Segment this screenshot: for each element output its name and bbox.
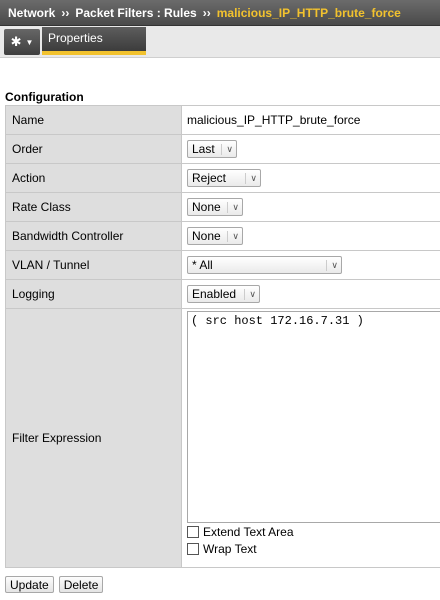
table-row: Logging Enabled ∨: [5, 279, 440, 309]
table-row: Order Last ∨: [5, 134, 440, 164]
logging-label: Logging: [5, 279, 182, 309]
wrap-text-option[interactable]: Wrap Text: [187, 540, 440, 557]
name-value: malicious_IP_HTTP_brute_force: [181, 105, 440, 135]
action-select[interactable]: Reject ∨: [187, 169, 261, 187]
wrap-text-checkbox[interactable]: [187, 542, 199, 555]
extend-text-area-option[interactable]: Extend Text Area: [187, 523, 440, 540]
gear-menu-button[interactable]: ✱ ▼: [4, 29, 40, 55]
action-label: Action: [5, 163, 182, 193]
order-label: Order: [5, 134, 182, 164]
chevron-down-icon: ∨: [245, 172, 257, 184]
tab-strip: ✱ ▼ Properties: [0, 26, 440, 58]
order-select[interactable]: Last ∨: [187, 140, 237, 158]
properties-table: Name malicious_IP_HTTP_brute_force Order…: [5, 105, 440, 568]
chevron-down-icon: ▼: [25, 37, 34, 47]
logging-select[interactable]: Enabled ∨: [187, 285, 260, 303]
rate-class-select[interactable]: None ∨: [187, 198, 243, 216]
chevron-down-icon: ∨: [221, 143, 233, 155]
filter-expression-label: Filter Expression: [5, 308, 182, 568]
chevron-down-icon: ∨: [244, 288, 256, 300]
table-row: Bandwidth Controller None ∨: [5, 221, 440, 251]
breadcrumb-separator: ››: [202, 5, 211, 20]
tab-properties[interactable]: Properties: [42, 27, 146, 55]
table-row: Name malicious_IP_HTTP_brute_force: [5, 105, 440, 135]
name-label: Name: [5, 105, 182, 135]
section-title: Configuration: [5, 90, 84, 104]
extend-text-area-label: Extend Text Area: [203, 524, 294, 539]
action-buttons: Update Delete: [5, 576, 104, 593]
rate-class-select-value: None: [192, 200, 221, 214]
chevron-down-icon: ∨: [227, 230, 239, 242]
filter-expression-textarea[interactable]: ( src host 172.16.7.31 ): [187, 311, 440, 523]
chevron-down-icon: ∨: [227, 201, 239, 213]
breadcrumb: Network ›› Packet Filters : Rules ›› mal…: [0, 0, 440, 26]
table-row: Action Reject ∨: [5, 163, 440, 193]
vlan-tunnel-select[interactable]: * All ∨: [187, 256, 342, 274]
wrap-text-label: Wrap Text: [203, 541, 257, 556]
bandwidth-controller-label: Bandwidth Controller: [5, 221, 182, 251]
order-select-value: Last: [192, 142, 215, 156]
table-row: VLAN / Tunnel * All ∨: [5, 250, 440, 280]
rate-class-label: Rate Class: [5, 192, 182, 222]
breadcrumb-packet-filters-rules[interactable]: Packet Filters : Rules: [75, 6, 196, 20]
vlan-tunnel-label: VLAN / Tunnel: [5, 250, 182, 280]
breadcrumb-separator: ››: [61, 5, 70, 20]
update-button[interactable]: Update: [5, 576, 54, 593]
bandwidth-controller-select[interactable]: None ∨: [187, 227, 243, 245]
breadcrumb-current: malicious_IP_HTTP_brute_force: [216, 5, 401, 20]
table-row: Filter Expression ( src host 172.16.7.31…: [5, 308, 440, 568]
delete-button[interactable]: Delete: [58, 576, 104, 593]
action-select-value: Reject: [192, 171, 227, 185]
extend-text-area-checkbox[interactable]: [187, 525, 199, 538]
breadcrumb-network[interactable]: Network: [8, 6, 55, 20]
bandwidth-controller-select-value: None: [192, 229, 221, 243]
chevron-down-icon: ∨: [326, 259, 338, 271]
table-row: Rate Class None ∨: [5, 192, 440, 222]
gear-icon: ✱: [10, 34, 22, 49]
vlan-tunnel-select-value: * All: [192, 258, 213, 272]
logging-select-value: Enabled: [192, 287, 237, 301]
